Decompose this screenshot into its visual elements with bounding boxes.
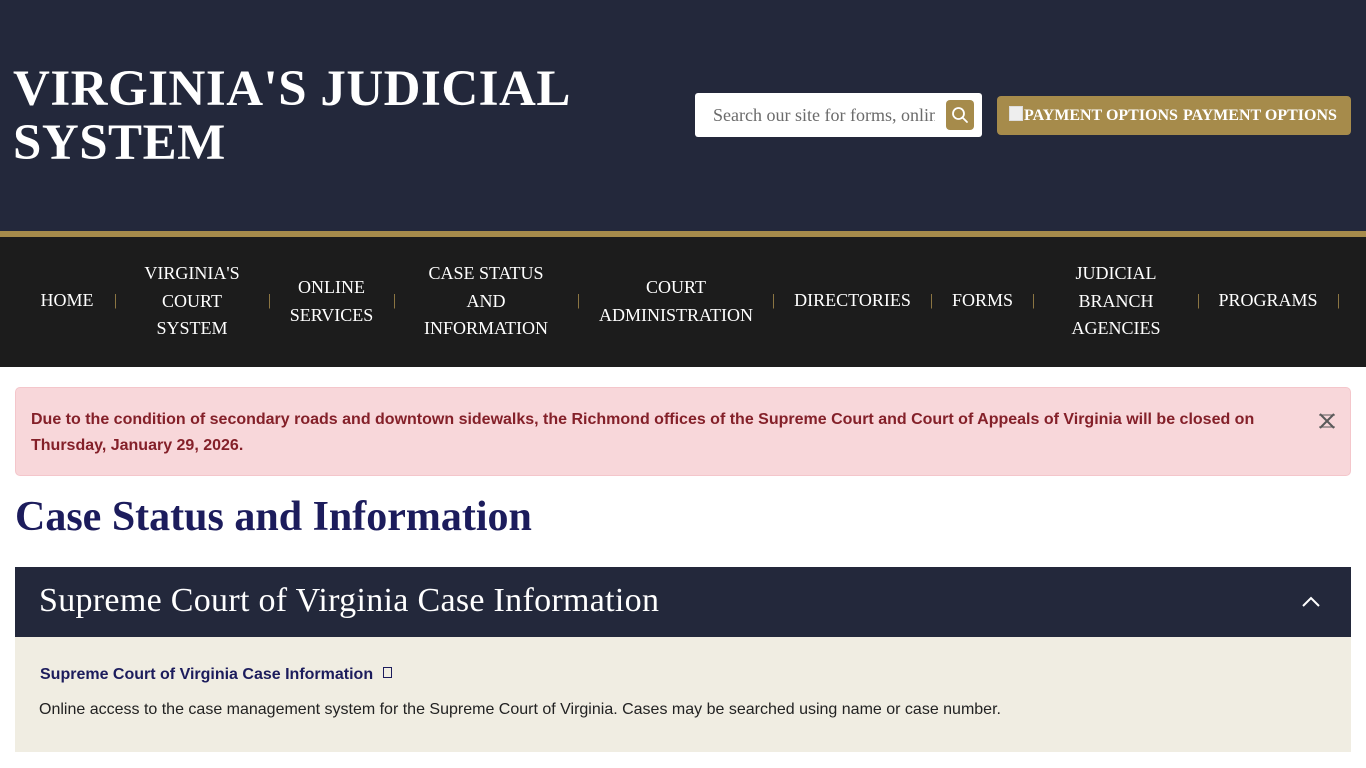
closure-alert: Due to the condition of secondary roads …	[15, 387, 1351, 476]
accordion-toggle[interactable]	[1300, 593, 1322, 609]
nav-separator: |	[577, 292, 581, 309]
chevron-up-icon	[1302, 596, 1320, 607]
page-title: Case Status and Information	[15, 494, 532, 540]
nav-item-virginias-court-system[interactable]: VIRGINIA'S COURT SYSTEM	[131, 260, 253, 343]
case-info-link-label: Supreme Court of Virginia Case Informati…	[40, 666, 374, 683]
case-info-description: Online access to the case management sys…	[39, 701, 1001, 718]
close-icon	[1319, 413, 1335, 429]
payment-options-label: PAYMENT OPTIONS	[1182, 106, 1337, 124]
nav-item-forms[interactable]: FORMS	[945, 287, 1020, 315]
accordion-body: Supreme Court of Virginia Case Informati…	[15, 637, 1351, 752]
nav-separator: |	[268, 292, 272, 309]
nav-separator: |	[772, 292, 776, 309]
nav-item-home[interactable]: HOME	[28, 287, 106, 315]
nav-separator: |	[930, 292, 934, 309]
supreme-court-case-info-link[interactable]: Supreme Court of Virginia Case Informati…	[40, 665, 393, 685]
accordion-title: Supreme Court of Virginia Case Informati…	[39, 582, 660, 619]
nav-separator: |	[1337, 292, 1341, 309]
nav-item-court-administration[interactable]: COURT ADMINISTRATION	[591, 274, 761, 329]
broken-image-icon	[1009, 106, 1023, 121]
nav-separator: |	[1032, 292, 1036, 309]
search-box	[695, 93, 982, 137]
nav-item-case-status[interactable]: CASE STATUS AND INFORMATION	[414, 260, 558, 343]
nav-item-judicial-branch-agencies[interactable]: JUDICIAL BRANCH AGENCIES	[1061, 260, 1171, 343]
payment-options-button[interactable]: PAYMENT OPTIONS PAYMENT OPTIONS	[997, 96, 1351, 135]
site-header: VIRGINIA'S JUDICIAL SYSTEM PAYMENT OPTIO…	[0, 0, 1366, 231]
nav-separator: |	[393, 292, 397, 309]
alert-message: Due to the condition of secondary roads …	[31, 411, 1255, 454]
nav-item-directories[interactable]: DIRECTORIES	[786, 287, 919, 315]
search-button[interactable]	[946, 100, 974, 130]
nav-item-programs[interactable]: PROGRAMS	[1209, 287, 1327, 315]
nav-separator: |	[1197, 292, 1201, 309]
accordion-header[interactable]: Supreme Court of Virginia Case Informati…	[15, 567, 1351, 637]
external-link-icon	[383, 667, 393, 679]
site-title[interactable]: VIRGINIA'S JUDICIAL SYSTEM	[13, 62, 653, 170]
search-icon	[952, 107, 968, 123]
nav-separator: |	[114, 292, 118, 309]
main-nav: HOME | VIRGINIA'S COURT SYSTEM | ONLINE …	[0, 237, 1366, 367]
nav-item-online-services[interactable]: ONLINE SERVICES	[281, 274, 382, 329]
alert-close-button[interactable]	[1317, 411, 1337, 431]
payment-options-alt: PAYMENT OPTIONS	[1024, 106, 1178, 124]
search-input[interactable]	[703, 99, 935, 131]
